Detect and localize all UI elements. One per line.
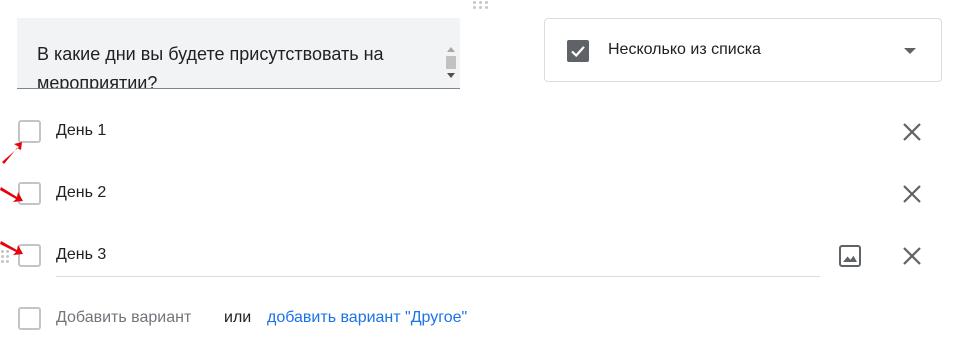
option-underline [56, 276, 820, 277]
option-row-2: День 2 [0, 174, 974, 214]
add-option-input[interactable]: Добавить вариант [56, 309, 191, 327]
question-drag-handle[interactable] [471, 0, 491, 10]
close-icon [903, 123, 921, 141]
red-arrow-icon [2, 142, 22, 164]
red-arrow-icon [0, 187, 23, 202]
question-title-field[interactable]: В какие дни вы будете присутствовать на … [17, 18, 460, 89]
scroll-down-arrow-icon[interactable] [447, 73, 455, 78]
option-label[interactable]: День 1 [56, 122, 106, 140]
scroll-up-arrow-icon[interactable] [447, 47, 455, 52]
red-arrow-icon [0, 241, 23, 255]
add-option-row: Добавить вариант или добавить вариант "Д… [0, 299, 974, 339]
image-icon [839, 245, 861, 267]
close-icon [903, 247, 921, 265]
option-row-1: День 1 [0, 112, 974, 152]
scroll-thumb[interactable] [446, 56, 456, 69]
close-icon [903, 185, 921, 203]
remove-option-button[interactable] [899, 181, 925, 207]
option-row-3: День 3 [0, 236, 974, 276]
dropdown-arrow-icon [904, 48, 916, 54]
question-type-label: Несколько из списка [608, 41, 761, 58]
question-title-text[interactable]: В какие дни вы будете присутствовать на … [37, 40, 442, 88]
question-scrollbar[interactable] [442, 18, 460, 88]
remove-option-button[interactable] [899, 243, 925, 269]
add-image-button[interactable] [837, 243, 863, 269]
option-checkbox [18, 307, 41, 330]
checkbox-checked-icon [567, 40, 589, 62]
option-label[interactable]: День 3 [56, 246, 106, 264]
question-type-dropdown[interactable]: Несколько из списка [544, 18, 942, 82]
remove-option-button[interactable] [899, 119, 925, 145]
option-label[interactable]: День 2 [56, 184, 106, 202]
add-other-option-link[interactable]: добавить вариант "Другое" [267, 309, 467, 327]
or-text: или [224, 309, 252, 326]
